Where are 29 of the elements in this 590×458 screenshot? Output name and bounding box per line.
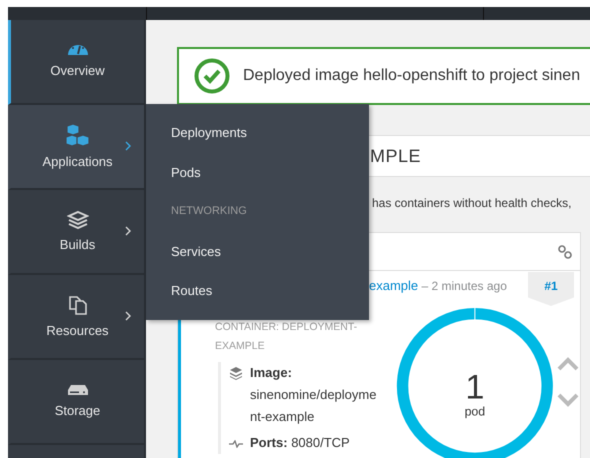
menu-item[interactable]: Deployments	[171, 113, 247, 152]
deployment-link[interactable]: example	[369, 278, 418, 293]
pod-unit: pod	[464, 404, 486, 418]
revision-badge: #1	[528, 272, 574, 306]
dashboard-icon	[66, 44, 88, 56]
link-icon[interactable]	[558, 244, 572, 258]
hard-drive-icon	[66, 384, 88, 396]
menu-item[interactable]: Pods	[171, 152, 201, 192]
nav-item[interactable]: Resources	[8, 275, 144, 360]
deployment-title-line: example – 2 minutes ago	[369, 278, 507, 295]
copy-icon	[68, 294, 88, 316]
pulse-icon	[229, 440, 243, 448]
nav-item[interactable]: Storage	[8, 360, 144, 445]
deployment-title: MPLE	[370, 146, 422, 166]
warning-text: has containers without health checks,	[372, 196, 572, 210]
container-label: CONTAINER: DEPLOYMENT-EXAMPLE	[215, 320, 358, 354]
layers-icon	[66, 210, 88, 230]
layers-icon	[229, 366, 243, 380]
menu-section-header: NETWORKING	[171, 204, 247, 219]
menu-item[interactable]: Routes	[171, 271, 212, 310]
detail-text: Image: sinenomine/deployment-example	[250, 364, 378, 426]
check-circle-icon	[194, 58, 230, 94]
nav-item[interactable]: Builds	[8, 190, 144, 275]
cubes-icon	[64, 123, 90, 147]
pod-count: 1	[466, 368, 485, 406]
menu-item[interactable]: Services	[171, 232, 221, 271]
nav-item[interactable]: Applications	[8, 105, 144, 190]
detail-text: Ports: 8080/TCP	[250, 434, 350, 452]
alert-message: Deployed image hello-openshift to project sinen	[243, 67, 580, 85]
